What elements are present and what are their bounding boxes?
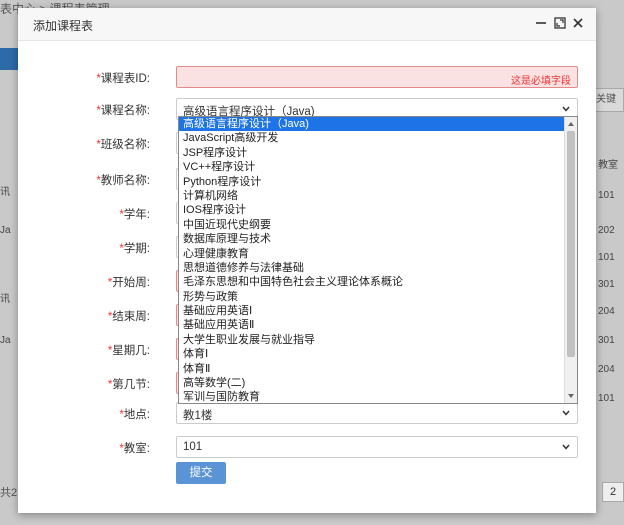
schedule-id-input[interactable]: 这是必填字段	[176, 66, 578, 88]
dropdown-option[interactable]: 体育Ⅰ	[179, 347, 577, 361]
background-cell: Ja	[0, 225, 11, 236]
dropdown-option[interactable]: 基础应用英语Ⅰ	[179, 304, 577, 318]
dropdown-option[interactable]: 心理健康教育	[179, 247, 577, 261]
background-cell: 讯	[0, 187, 10, 198]
background-cell: 101	[598, 190, 615, 201]
background-cell: 101	[598, 252, 615, 263]
field-label: *学年:	[119, 209, 150, 221]
form-row-schedule-id: *课程表ID: 这是必填字段	[18, 66, 596, 88]
background-cell: 讯	[0, 294, 10, 305]
dropdown-option[interactable]: 高级语言程序设计（Java)	[179, 117, 577, 132]
dropdown-option[interactable]: 计算机网络	[179, 189, 577, 203]
chevron-down-icon	[562, 444, 570, 450]
dialog-header: 添加课程表	[18, 8, 596, 41]
field-label: *星期几:	[107, 345, 150, 357]
dropdown-option[interactable]: 军训与国防教育	[179, 390, 577, 403]
background-cell: 202	[598, 225, 615, 236]
dropdown-option[interactable]: 大学生职业发展与就业指导	[179, 333, 577, 347]
scroll-down-icon[interactable]	[567, 392, 575, 400]
form-row-location: *地点: 教1楼	[18, 402, 596, 424]
selected-value: 101	[183, 441, 203, 453]
background-cell: 301	[598, 335, 615, 346]
dropdown-option[interactable]: 高等数学(二)	[179, 376, 577, 390]
background-cell: 301	[598, 279, 615, 290]
dropdown-option[interactable]: 思想道德修养与法律基础	[179, 261, 577, 275]
dropdown-option[interactable]: 数据库原理与技术	[179, 232, 577, 246]
field-label: *结束周:	[107, 311, 150, 323]
background-add-button	[0, 48, 18, 70]
field-label: *课程表ID:	[96, 73, 150, 85]
submit-button[interactable]: 提交	[176, 462, 226, 484]
field-label: *开始周:	[107, 277, 150, 289]
scroll-up-icon[interactable]	[567, 120, 575, 128]
dropdown-option[interactable]: JavaScript高级开发	[179, 131, 577, 145]
background-cell: 204	[598, 364, 615, 375]
chevron-down-icon	[562, 410, 570, 416]
minimize-icon[interactable]	[534, 16, 548, 30]
dropdown-option[interactable]: VC++程序设计	[179, 160, 577, 174]
dropdown-option[interactable]: 毛泽东思想和中国特色社会主义理论体系概论	[179, 275, 577, 289]
background-column-header: 教室	[598, 160, 618, 171]
field-label: *第几节:	[107, 379, 150, 391]
course-name-dropdown-list[interactable]: 高级语言程序设计（Java) JavaScript高级开发 JSP程序设计 VC++程…	[178, 116, 578, 404]
dropdown-option[interactable]: 基础应用英语Ⅱ	[179, 318, 577, 332]
scrollbar-thumb[interactable]	[567, 131, 575, 357]
background-pager: 2	[602, 482, 624, 502]
dropdown-option[interactable]: JSP程序设计	[179, 146, 577, 160]
maximize-icon[interactable]	[553, 16, 567, 30]
field-label: *学期:	[119, 243, 150, 255]
classroom-select[interactable]: 101	[176, 436, 578, 458]
chevron-down-icon	[562, 106, 570, 112]
field-label: *课程名称:	[96, 105, 150, 117]
dropdown-option[interactable]: 体育Ⅱ	[179, 362, 577, 376]
close-icon[interactable]	[571, 16, 585, 30]
field-label: *地点:	[119, 409, 150, 421]
form-row-classroom: *教室: 101	[18, 436, 596, 458]
dialog-title: 添加课程表	[33, 19, 94, 33]
dropdown-option[interactable]: IOS程序设计	[179, 203, 577, 217]
field-label: *班级名称:	[96, 139, 150, 151]
location-select[interactable]: 教1楼	[176, 402, 578, 424]
dropdown-option[interactable]: 形势与政策	[179, 290, 577, 304]
dropdown-scrollbar[interactable]	[564, 117, 577, 403]
selected-value: 教1楼	[183, 410, 213, 422]
field-label: *教师名称:	[96, 175, 150, 187]
error-message: 这是必填字段	[511, 76, 571, 87]
background-footer: 共2	[0, 487, 18, 499]
dropdown-option[interactable]: 中国近现代史纲要	[179, 218, 577, 232]
background-cell: Ja	[0, 335, 11, 346]
dropdown-option[interactable]: Python程序设计	[179, 175, 577, 189]
field-label: *教室:	[119, 443, 150, 455]
background-cell: 101	[598, 393, 615, 404]
background-cell: 204	[598, 306, 615, 317]
